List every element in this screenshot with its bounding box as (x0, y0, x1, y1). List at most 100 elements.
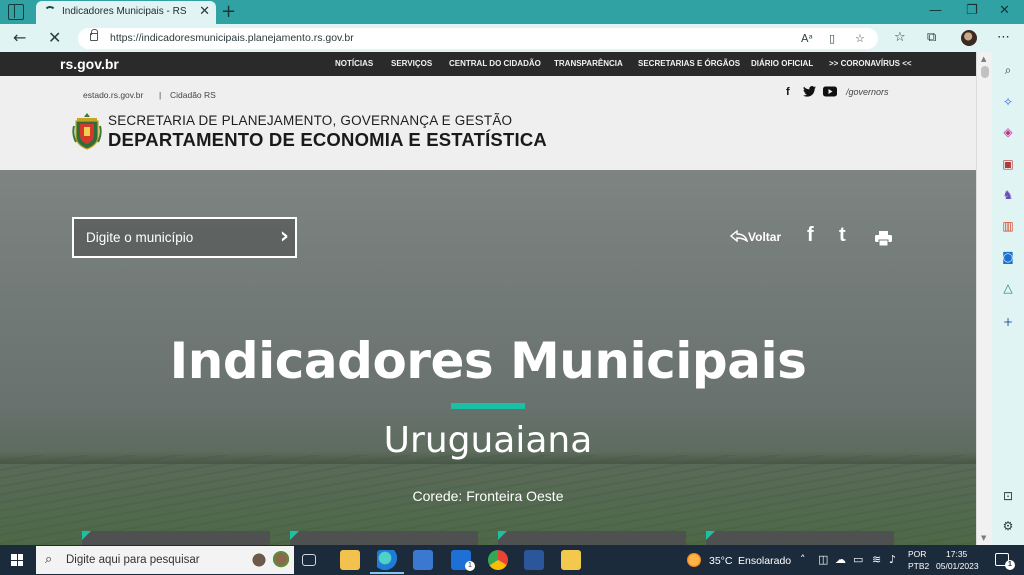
minimize-icon[interactable]: — (929, 3, 942, 18)
back-label: Voltar (748, 230, 782, 244)
rs-coat-of-arms-icon (72, 113, 102, 150)
secretaria-title: SECRETARIA DE PLANEJAMENTO, GOVERNANÇA E… (108, 113, 513, 128)
search-highlight-image-2 (272, 551, 290, 569)
wifi-icon[interactable]: ≋ (872, 553, 881, 566)
profile-avatar[interactable] (961, 30, 977, 46)
sidebar-shopping-icon[interactable]: ◈ (1000, 124, 1016, 140)
nav-transparencia[interactable]: TRANSPARÊNCIA (554, 59, 623, 68)
sidebar-office-icon[interactable]: ▥ (1000, 218, 1016, 234)
stop-loading-icon[interactable]: ✕ (48, 28, 61, 47)
corede-label: Corede: Fronteira Oeste (412, 488, 564, 504)
facebook-icon[interactable]: f (786, 86, 790, 98)
scrollbar-thumb[interactable] (981, 66, 989, 78)
taskbar-search[interactable]: ⌕ Digite aqui para pesquisar (36, 546, 294, 574)
keyboard-layout[interactable]: PTB2 (908, 561, 929, 571)
indicator-card-1[interactable] (82, 531, 270, 545)
nav-coronavirus[interactable]: >> CORONAVÍRUS << (829, 59, 912, 68)
browser-tab-active[interactable]: Indicadores Municipais - RS ✕ (36, 1, 216, 24)
page-scrollbar[interactable]: ▲ ▼ (976, 52, 992, 545)
back-link[interactable]: Voltar (729, 229, 782, 244)
edge-sidebar: ⌕ ✧ ◈ ▣ ♞ ▥ ◙ △ + ⊡ ⚙ (992, 52, 1024, 545)
search-highlight-image (250, 551, 268, 569)
department-title[interactable]: DEPARTAMENTO DE ECONOMIA E ESTATÍSTICA (108, 129, 547, 151)
read-aloud-icon[interactable]: Aᵃ (801, 32, 813, 45)
taskbar-search-placeholder: Digite aqui para pesquisar (66, 554, 200, 566)
language-code[interactable]: POR (908, 549, 926, 559)
meet-now-icon[interactable]: ◫ (818, 553, 828, 566)
scroll-up-icon[interactable]: ▲ (981, 55, 986, 63)
twitter-icon[interactable] (803, 86, 816, 100)
restore-icon[interactable]: ❐ (966, 3, 978, 18)
collections-icon[interactable]: ⧉ (927, 30, 936, 45)
new-tab-icon[interactable]: + (221, 1, 236, 22)
municipality-search-placeholder: Digite o município (86, 230, 194, 245)
nav-central-cidadao[interactable]: CENTRAL DO CIDADÃO (449, 59, 541, 68)
address-bar[interactable]: https://indicadoresmunicipais.planejamen… (78, 28, 878, 49)
search-icon: ⌕ (45, 552, 53, 567)
brand-logo[interactable]: rs.gov.br (60, 56, 119, 72)
page-title: Indicadores Municipais (169, 332, 807, 390)
onedrive-icon[interactable]: ☁ (835, 553, 846, 566)
task-view-icon[interactable] (302, 554, 316, 566)
chrome-icon[interactable] (488, 550, 508, 570)
share-tumblr-icon[interactable]: t (839, 224, 846, 247)
immersive-reader-icon[interactable]: ▯ (829, 32, 835, 45)
nav-secretarias[interactable]: SECRETARIAS E ÓRGÃOS (638, 59, 740, 68)
municipality-search[interactable]: Digite o município › (72, 217, 297, 258)
sidebar-discover-icon[interactable]: ✧ (1000, 94, 1016, 110)
back-arrow-icon[interactable]: ← (13, 28, 26, 47)
chevron-right-icon[interactable]: › (280, 224, 289, 249)
indicator-card-4[interactable] (706, 531, 894, 545)
favorites-icon[interactable]: ☆ (894, 30, 906, 45)
sidebar-search-icon[interactable]: ⌕ (1000, 62, 1016, 78)
notification-badge: 1 (1005, 560, 1015, 570)
more-menu-icon[interactable]: ⋯ (997, 30, 1010, 45)
link-estado[interactable]: estado.rs.gov.br (83, 90, 143, 100)
word-icon[interactable] (524, 550, 544, 570)
nav-diario-oficial[interactable]: DIÁRIO OFICIAL (751, 59, 813, 68)
sidebar-drop-icon[interactable]: △ (1000, 280, 1016, 296)
edge-icon[interactable] (377, 550, 397, 570)
weather-sun-icon[interactable] (687, 553, 701, 567)
sidebar-games-icon[interactable]: ♞ (1000, 187, 1016, 203)
lock-icon (90, 29, 98, 41)
youtube-icon[interactable] (823, 86, 837, 100)
tray-chevron-up-icon[interactable]: ˄ (800, 553, 806, 566)
tab-actions-icon[interactable] (8, 4, 24, 20)
sidebar-add-icon[interactable]: + (1000, 314, 1016, 330)
scroll-down-icon[interactable]: ▼ (981, 534, 986, 542)
city-name: Uruguaiana (383, 420, 593, 461)
browser-toolbar: ← ✕ https://indicadoresmunicipais.planej… (0, 24, 1024, 52)
indicator-card-3[interactable] (498, 531, 686, 545)
nav-noticias[interactable]: NOTÍCIAS (335, 59, 373, 68)
battery-icon[interactable]: ▭ (853, 553, 863, 566)
web-page: rs.gov.br NOTÍCIAS SERVIÇOS CENTRAL DO C… (0, 52, 976, 545)
sidebar-hide-icon[interactable]: ⊡ (1000, 488, 1016, 504)
store-icon[interactable] (413, 550, 433, 570)
clock-time[interactable]: 17:35 (946, 549, 967, 559)
close-window-icon[interactable]: ✕ (999, 3, 1010, 18)
active-app-indicator (370, 572, 404, 574)
social-handle[interactable]: /governors (846, 87, 889, 97)
link-cidadao-rs[interactable]: Cidadão RS (170, 90, 216, 100)
mail-badge: 1 (465, 561, 475, 571)
url-text: https://indicadoresmunicipais.planejamen… (110, 32, 354, 44)
weather-temp[interactable]: 35°C (709, 555, 732, 567)
sidebar-outlook-icon[interactable]: ◙ (1000, 249, 1016, 265)
print-icon[interactable] (875, 231, 892, 246)
windows-taskbar: ⌕ Digite aqui para pesquisar 1 35°C Enso… (0, 545, 1024, 575)
favorite-star-icon[interactable]: ☆ (855, 32, 865, 45)
tab-close-icon[interactable]: ✕ (199, 4, 210, 19)
nav-servicos[interactable]: SERVIÇOS (391, 59, 432, 68)
windows-start-icon[interactable] (11, 554, 23, 566)
sidebar-tools-icon[interactable]: ▣ (1000, 156, 1016, 172)
file-explorer-icon[interactable] (340, 550, 360, 570)
python-idle-icon[interactable] (561, 550, 581, 570)
weather-desc[interactable]: Ensolarado (738, 555, 791, 567)
volume-icon[interactable]: ♪ (889, 553, 896, 566)
gov-top-bar: rs.gov.br NOTÍCIAS SERVIÇOS CENTRAL DO C… (0, 52, 976, 76)
clock-date[interactable]: 05/01/2023 (936, 561, 979, 571)
sidebar-settings-icon[interactable]: ⚙ (1000, 518, 1016, 534)
indicator-card-2[interactable] (290, 531, 478, 545)
share-facebook-icon[interactable]: f (807, 224, 814, 247)
